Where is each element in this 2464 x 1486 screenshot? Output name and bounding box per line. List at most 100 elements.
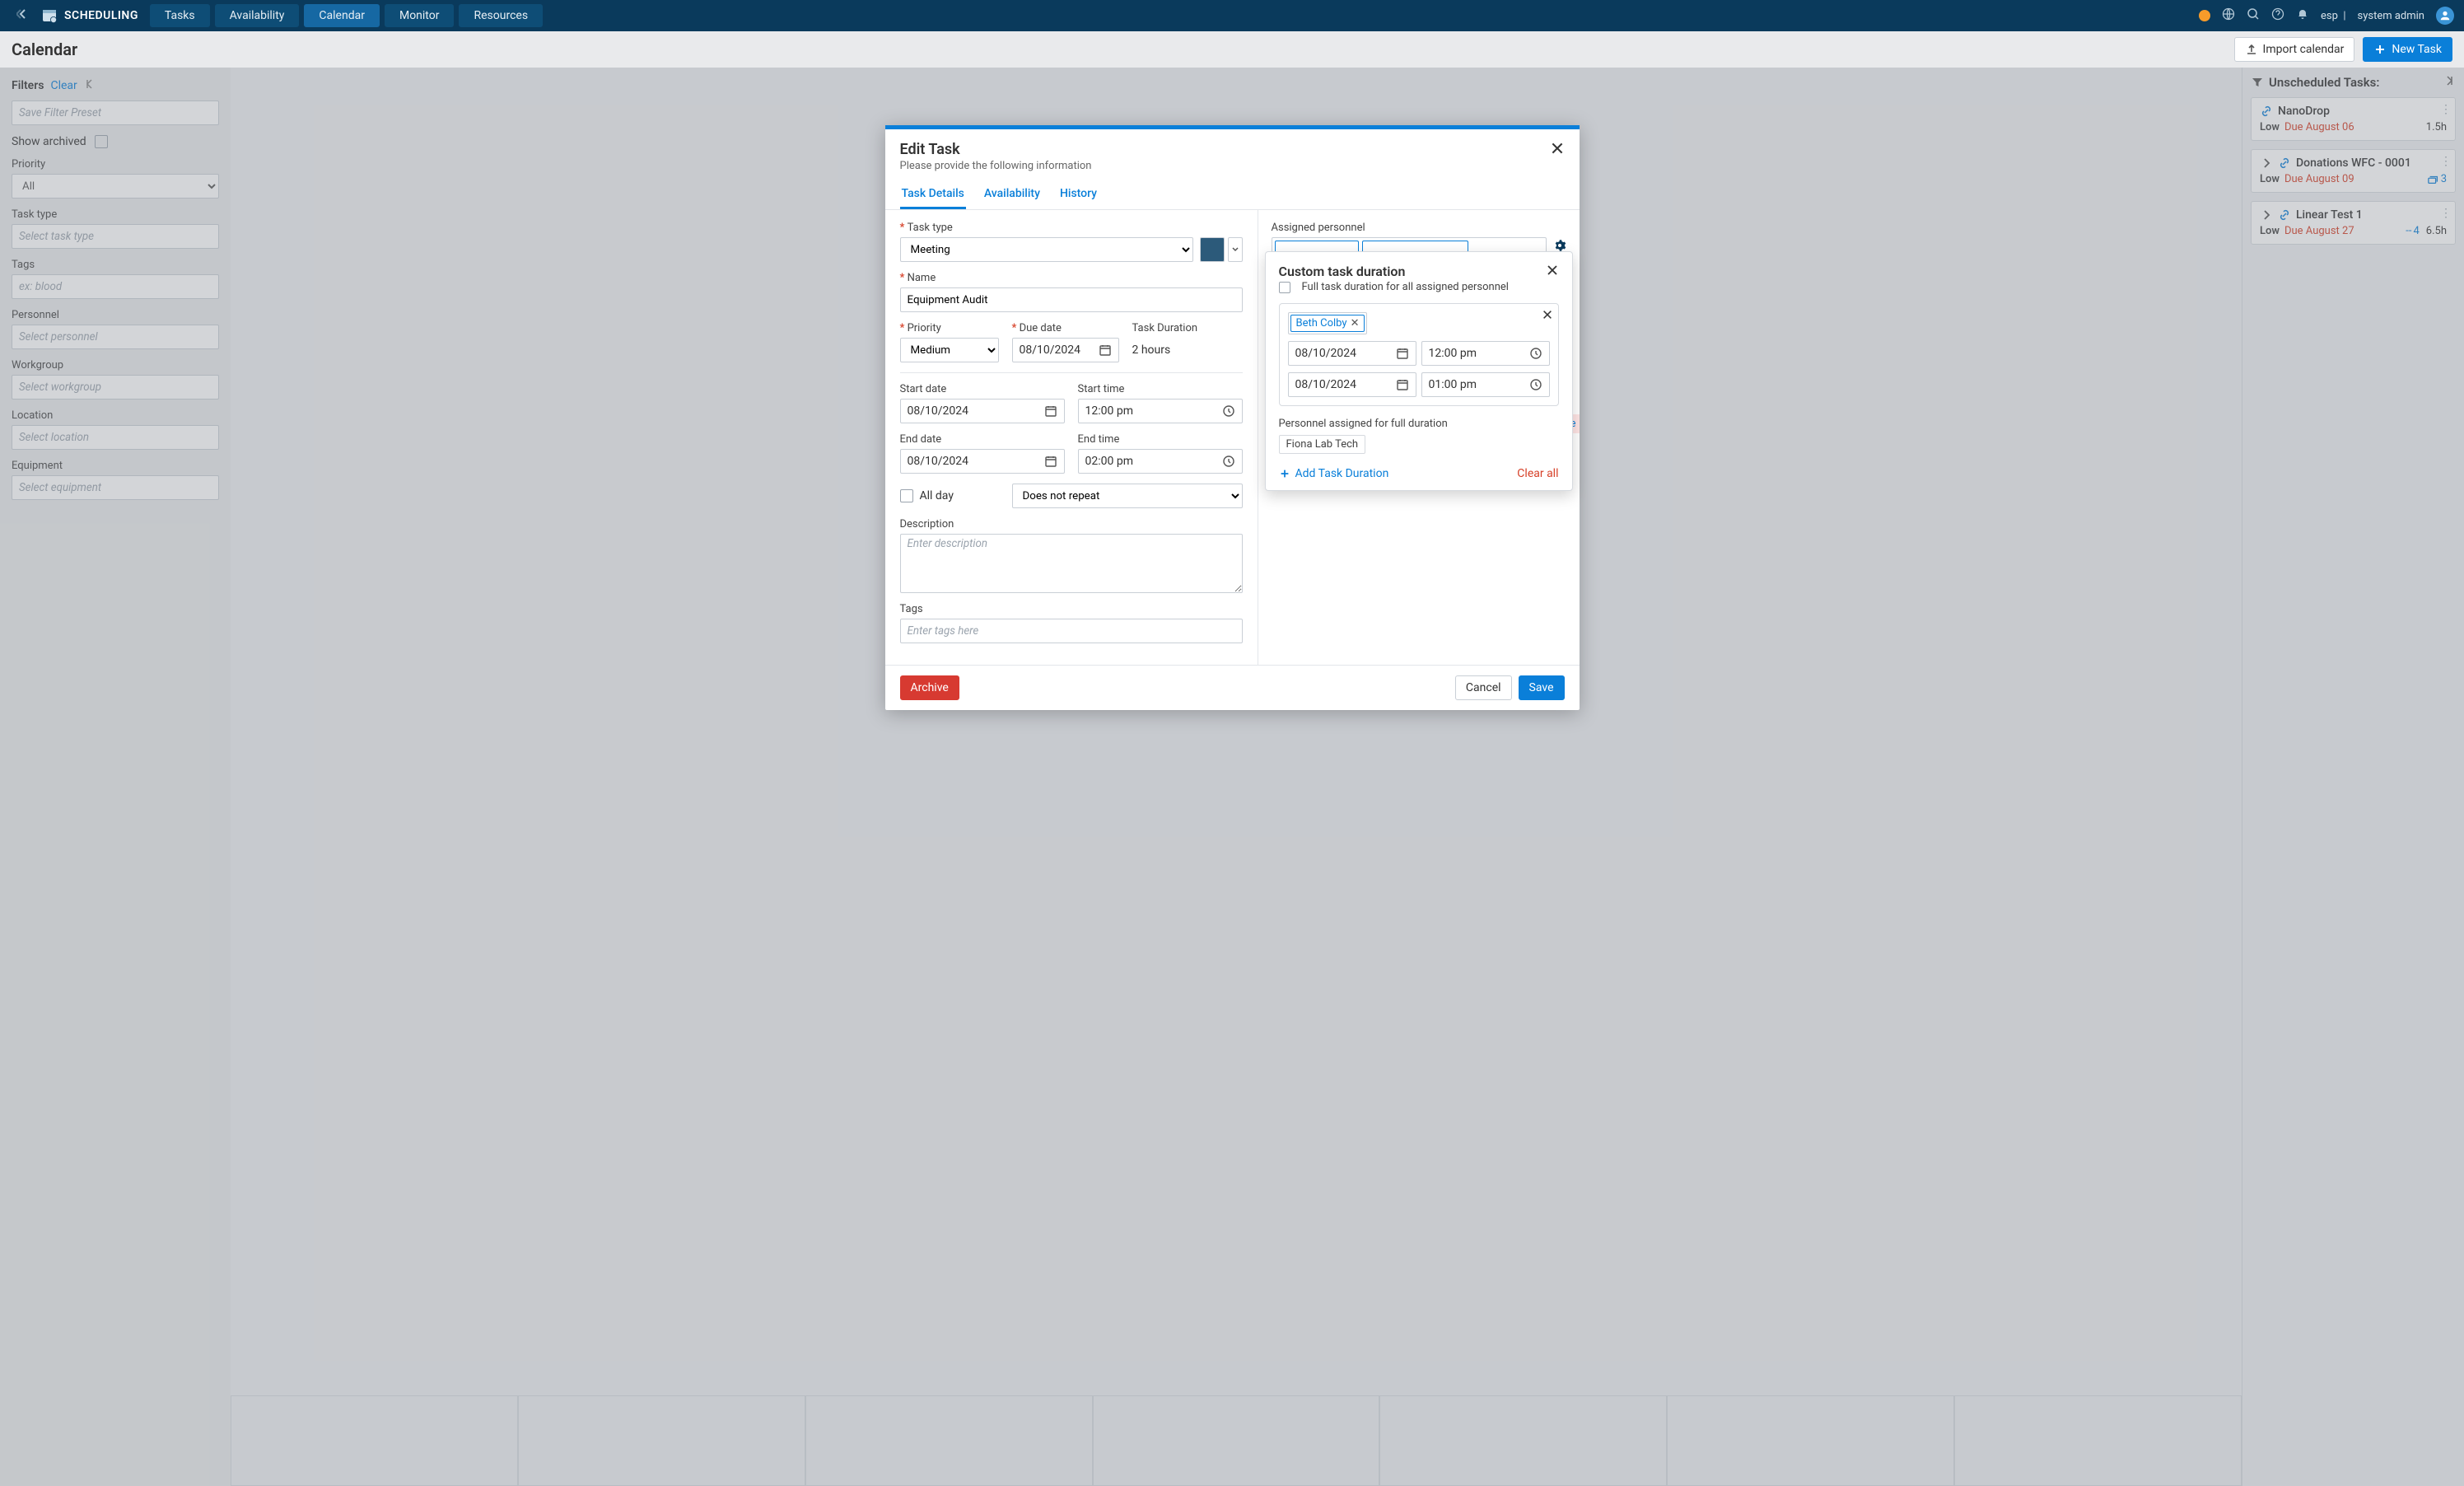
nav-tab-availability[interactable]: Availability (215, 4, 300, 27)
full-duration-checkbox[interactable] (1279, 282, 1290, 293)
add-task-duration-link[interactable]: Add Task Duration (1279, 467, 1389, 480)
modal-tabs: Task Details Availability History (885, 180, 1580, 210)
modal-tab-details[interactable]: Task Details (900, 180, 966, 209)
status-dot-icon[interactable] (2199, 10, 2210, 21)
slot-start-time[interactable]: 12:00 pm (1421, 341, 1550, 366)
popover-title: Custom task duration (1279, 264, 1509, 279)
slot-person-chip[interactable]: Beth Colby ✕ (1290, 315, 1365, 332)
globe-icon[interactable] (2222, 7, 2235, 24)
end-date-label: End date (900, 433, 1065, 446)
color-swatch (1200, 237, 1225, 262)
slot-remove-icon[interactable] (1542, 309, 1553, 324)
user-label: system admin (2358, 10, 2425, 22)
task-type-label: Task type (900, 222, 1243, 234)
duration-slot: Beth Colby ✕ 08/10/2024 12:00 pm 08/10/2… (1279, 303, 1559, 406)
search-icon[interactable] (2247, 7, 2260, 24)
tags-input[interactable] (900, 619, 1243, 643)
archive-button[interactable]: Archive (900, 675, 959, 700)
assigned-full-duration-label: Personnel assigned for full duration (1279, 418, 1559, 430)
add-task-duration-label: Add Task Duration (1295, 467, 1389, 480)
upload-icon (2245, 43, 2258, 56)
end-time-input[interactable]: 02:00 pm (1078, 449, 1243, 474)
import-calendar-button[interactable]: Import calendar (2234, 37, 2355, 62)
end-date-input[interactable]: 08/10/2024 (900, 449, 1065, 474)
top-nav: SCHEDULING Tasks Availability Calendar M… (0, 0, 2464, 31)
nav-tab-resources[interactable]: Resources (459, 4, 543, 27)
modal-header: Edit Task Please provide the following i… (885, 129, 1580, 180)
popover-close-icon[interactable] (1546, 264, 1559, 280)
calendar-logo-icon (41, 7, 58, 24)
start-date-label: Start date (900, 383, 1065, 395)
modal-footer: Archive Cancel Save (885, 665, 1580, 710)
slot-person-label: Beth Colby (1296, 317, 1347, 329)
cancel-button[interactable]: Cancel (1455, 675, 1512, 700)
plus-icon (1279, 468, 1290, 479)
nav-tabs: Tasks Availability Calendar Monitor Reso… (150, 4, 543, 27)
modal-body: Task type Meeting Name (885, 210, 1580, 665)
duration-label: Task Duration (1132, 322, 1243, 334)
new-task-label: New Task (2392, 43, 2442, 56)
help-icon[interactable] (2271, 7, 2284, 24)
task-type-select[interactable]: Meeting (900, 237, 1193, 262)
all-day-checkbox[interactable] (900, 489, 913, 502)
modal-subtitle: Please provide the following information (900, 160, 1092, 172)
calendar-icon (1396, 378, 1409, 391)
clock-icon (1529, 347, 1542, 360)
slot-end-time[interactable]: 01:00 pm (1421, 372, 1550, 397)
slot-start-date[interactable]: 08/10/2024 (1288, 341, 1416, 366)
start-time-label: Start time (1078, 383, 1243, 395)
clock-icon (1222, 455, 1235, 468)
assigned-personnel-label: Assigned personnel (1272, 222, 1566, 234)
modal-tab-history[interactable]: History (1058, 180, 1099, 209)
description-textarea[interactable] (900, 534, 1243, 593)
nav-tab-tasks[interactable]: Tasks (150, 4, 210, 27)
nav-tab-calendar[interactable]: Calendar (304, 4, 380, 27)
repeat-select[interactable]: Does not repeat (1012, 484, 1243, 508)
calendar-icon (1099, 343, 1112, 357)
duration-value: 2 hours (1132, 338, 1243, 362)
modal-right-column: Assigned personnel Beth Colby ✕ Fiona La… (1258, 210, 1580, 665)
plus-icon (2373, 43, 2387, 56)
chip-remove-icon[interactable]: ✕ (1351, 317, 1360, 329)
end-time-label: End time (1078, 433, 1243, 446)
bell-icon[interactable] (2296, 7, 2309, 24)
start-date-input[interactable]: 08/10/2024 (900, 399, 1065, 423)
import-calendar-label: Import calendar (2263, 43, 2345, 56)
user-avatar-icon[interactable] (2436, 7, 2454, 25)
new-task-button[interactable]: New Task (2363, 37, 2452, 62)
chevron-down-icon[interactable] (1228, 237, 1243, 262)
back-chevron-icon[interactable] (10, 4, 36, 27)
clear-all-link[interactable]: Clear all (1517, 467, 1558, 480)
due-date-label: Due date (1012, 322, 1119, 334)
page-title: Calendar (12, 40, 77, 59)
name-input[interactable] (900, 287, 1243, 312)
save-button[interactable]: Save (1519, 675, 1565, 700)
modal-tab-availability[interactable]: Availability (982, 180, 1042, 209)
task-color-picker[interactable] (1200, 237, 1243, 262)
slot-end-date[interactable]: 08/10/2024 (1288, 372, 1416, 397)
assigned-full-duration-chip[interactable]: Fiona Lab Tech (1279, 435, 1366, 454)
clock-icon (1529, 378, 1542, 391)
edit-task-modal: Edit Task Please provide the following i… (885, 125, 1580, 710)
modal-left-column: Task type Meeting Name (885, 210, 1258, 665)
page-header: Calendar Import calendar New Task (0, 31, 2464, 68)
modal-title: Edit Task (900, 141, 1092, 158)
close-icon[interactable] (1550, 141, 1565, 172)
tenant-label: esp | (2321, 10, 2346, 22)
start-time-input[interactable]: 12:00 pm (1078, 399, 1243, 423)
priority-label: Priority (900, 322, 999, 334)
due-date-input[interactable]: 08/10/2024 (1012, 338, 1119, 362)
priority-select[interactable]: Medium (900, 338, 999, 362)
brand-text: SCHEDULING (64, 9, 138, 22)
topnav-right: esp | system admin (2199, 7, 2454, 25)
calendar-icon (1044, 404, 1057, 418)
description-label: Description (900, 518, 1243, 530)
name-label: Name (900, 272, 1243, 284)
nav-tab-monitor[interactable]: Monitor (385, 4, 455, 27)
all-day-label: All day (920, 489, 954, 502)
main-layout: Filters Clear Show archived Priority All… (0, 68, 2464, 1486)
modal-overlay: Edit Task Please provide the following i… (0, 68, 2464, 1486)
tags-label: Tags (900, 603, 1243, 615)
full-duration-label: Full task duration for all assigned pers… (1302, 281, 1509, 293)
calendar-icon (1044, 455, 1057, 468)
